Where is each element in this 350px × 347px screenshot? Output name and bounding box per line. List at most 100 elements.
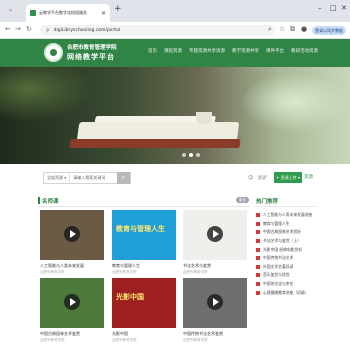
hot-list-item[interactable]: 中国茶文化与茶艺: [256, 280, 326, 289]
hot-list-item[interactable]: 外国文学名著导读: [256, 263, 326, 272]
close-window-icon[interactable]: ✕: [341, 4, 347, 12]
zoom-icon[interactable]: ⌕: [268, 26, 272, 33]
hot-item-title[interactable]: 中国传统书法艺术: [263, 255, 293, 261]
site-name-cn: 合肥市教育管理学院: [67, 45, 117, 51]
video-card[interactable]: 光影中国 光影中国 合肥市教育学院: [112, 278, 176, 343]
user-icon[interactable]: ☺: [248, 175, 253, 181]
browser-toolbar: ← → ↻ ⚲ digiLibryschooling.com/portal ⌕ …: [0, 22, 350, 39]
address-bar[interactable]: ⚲ digiLibryschooling.com/portal: [40, 25, 276, 36]
video-thumbnail[interactable]: 教育与管理人生: [112, 210, 176, 260]
hot-item-title[interactable]: 书法艺术与鉴赏（上）: [263, 238, 301, 244]
video-title[interactable]: 教育与管理人生: [112, 263, 176, 269]
tab-close-icon[interactable]: ✕: [101, 10, 106, 17]
nav-item-home[interactable]: 首页: [148, 48, 157, 54]
hot-item-title[interactable]: 中国茶文化与茶艺: [263, 281, 293, 287]
minimize-icon[interactable]: –: [318, 4, 322, 12]
hot-list-item[interactable]: 教育与管理人生: [256, 220, 326, 229]
banner-dot[interactable]: [182, 153, 186, 157]
hot-item-icon: [256, 230, 260, 235]
hot-item-title[interactable]: 光影中国·经典电影赏析: [263, 247, 302, 253]
hot-item-title[interactable]: 心理健康教育讲座（初级）: [263, 290, 309, 296]
more-button[interactable]: 更多: [236, 197, 249, 203]
video-author: 合肥市教育学院: [112, 338, 137, 342]
video-card[interactable]: 教育与管理人生 教育与管理人生 合肥市教育学院: [112, 210, 176, 275]
video-title[interactable]: 人工智能与人类未来发展: [40, 263, 104, 269]
hot-item-icon: [256, 282, 260, 287]
video-title[interactable]: 光影中国: [112, 331, 176, 337]
chevron-down-icon[interactable]: ⌃: [264, 175, 268, 181]
forward-icon[interactable]: →: [15, 26, 21, 33]
thumbnail-caption: 光影中国: [116, 293, 144, 301]
hot-list-item[interactable]: 中国传统书法艺术: [256, 254, 326, 263]
profile-sync-button[interactable]: 登录以同步数据: [312, 26, 346, 35]
video-thumbnail[interactable]: 光影中国: [112, 278, 176, 328]
site-info-icon[interactable]: ⚲: [46, 28, 50, 34]
nav-item-topics[interactable]: 专题资源共享资源: [189, 48, 225, 54]
video-card[interactable]: 人工智能与人类未来发展 合肥市教育学院: [40, 210, 104, 275]
section-title-teacher-courses: 名师课: [38, 197, 59, 205]
hot-list-item[interactable]: 音乐鉴赏与欣赏: [256, 271, 326, 280]
video-author: 合肥市教育学院: [183, 338, 208, 342]
section-divider-right: [254, 206, 316, 207]
play-icon[interactable]: [64, 294, 80, 310]
search-button[interactable]: ⌕: [117, 172, 130, 184]
nav-item-teaching[interactable]: 教学资源共享: [232, 48, 259, 54]
bookmark-star-icon[interactable]: ☆: [279, 26, 285, 33]
browser-tab[interactable]: 云教学平台数字化校园服务 ✕: [26, 4, 110, 22]
video-thumbnail[interactable]: [40, 278, 104, 328]
hot-list-item[interactable]: 人工智能与人类未来发展讲座: [256, 211, 326, 220]
play-icon[interactable]: [64, 226, 80, 242]
new-tab-button[interactable]: +: [114, 5, 122, 14]
school-logo-icon[interactable]: [44, 43, 63, 62]
video-title[interactable]: 书法艺术与鉴赏: [183, 263, 247, 269]
video-card[interactable]: 中国古典园林艺术鉴赏 合肥市教育学院: [40, 278, 104, 343]
hot-list-item[interactable]: 光影中国·经典电影赏析: [256, 245, 326, 254]
banner-pagination: [182, 153, 200, 157]
hot-item-title[interactable]: 音乐鉴赏与欣赏: [263, 272, 290, 278]
resource-link[interactable]: 资源: [304, 174, 313, 180]
hot-item-title[interactable]: 外国文学名著导读: [263, 264, 293, 270]
play-icon[interactable]: [207, 226, 223, 242]
banner-cup: [196, 112, 212, 124]
account-icon[interactable]: ●: [301, 26, 307, 33]
hot-item-title[interactable]: 教育与管理人生: [263, 221, 290, 227]
hot-list: 人工智能与人类未来发展讲座 教育与管理人生中国古典园林艺术赏析 书法艺术与鉴赏（上）…: [256, 211, 326, 297]
hot-item-icon: [256, 221, 260, 226]
banner-dot[interactable]: [189, 153, 193, 157]
hot-list-item[interactable]: 书法艺术与鉴赏（上）: [256, 237, 326, 246]
video-author: 合肥市教育学院: [112, 270, 137, 274]
video-thumbnail[interactable]: [40, 210, 104, 260]
video-card[interactable]: 书法艺术与鉴赏 合肥市教育学院: [183, 210, 247, 275]
video-title[interactable]: 中国古典园林艺术鉴赏: [40, 331, 104, 337]
back-icon[interactable]: ←: [5, 26, 11, 33]
hot-item-title[interactable]: 中国古典园林艺术赏析: [263, 229, 301, 235]
search-scope-select[interactable]: 全部资源 ▾: [44, 173, 71, 183]
nav-item-courseware[interactable]: 课件平台: [266, 48, 284, 54]
hot-item-icon: [256, 213, 260, 218]
favicon-icon: [30, 10, 36, 16]
video-author: 合肥市教育学院: [183, 270, 208, 274]
section-divider: [38, 206, 250, 207]
hot-list-item[interactable]: 中国古典园林艺术赏析: [256, 228, 326, 237]
extensions-icon[interactable]: ⧉: [290, 26, 295, 33]
hot-item-icon: [256, 247, 260, 252]
video-card[interactable]: 中国传统书法艺术鉴赏 合肥市教育学院: [183, 278, 247, 343]
upload-resource-button[interactable]: + 资源上传 ▾: [274, 172, 302, 183]
banner-dot[interactable]: [196, 153, 200, 157]
banner-foliage: [0, 67, 95, 122]
hot-item-icon: [256, 256, 260, 261]
nav-item-courses[interactable]: 课程资源: [164, 48, 182, 54]
maximize-icon[interactable]: □: [330, 4, 337, 12]
tab-search-icon[interactable]: ⌄: [8, 6, 13, 13]
play-icon[interactable]: [207, 294, 223, 310]
nav-item-research[interactable]: 教研活动资源: [291, 48, 318, 54]
search-input[interactable]: 请输入搜索关键词: [70, 175, 105, 181]
video-title[interactable]: 中国传统书法艺术鉴赏: [183, 331, 247, 337]
reload-icon[interactable]: ↻: [26, 26, 32, 33]
main-nav: 首页 课程资源 专题资源共享资源 教学资源共享 课件平台 教研活动资源: [148, 48, 318, 54]
hot-list-item[interactable]: 心理健康教育讲座（初级）: [256, 288, 326, 297]
hot-item-title[interactable]: 人工智能与人类未来发展讲座: [263, 212, 312, 218]
thumbnail-caption: 教育与管理人生: [116, 225, 165, 233]
video-thumbnail[interactable]: [183, 210, 247, 260]
video-thumbnail[interactable]: [183, 278, 247, 328]
